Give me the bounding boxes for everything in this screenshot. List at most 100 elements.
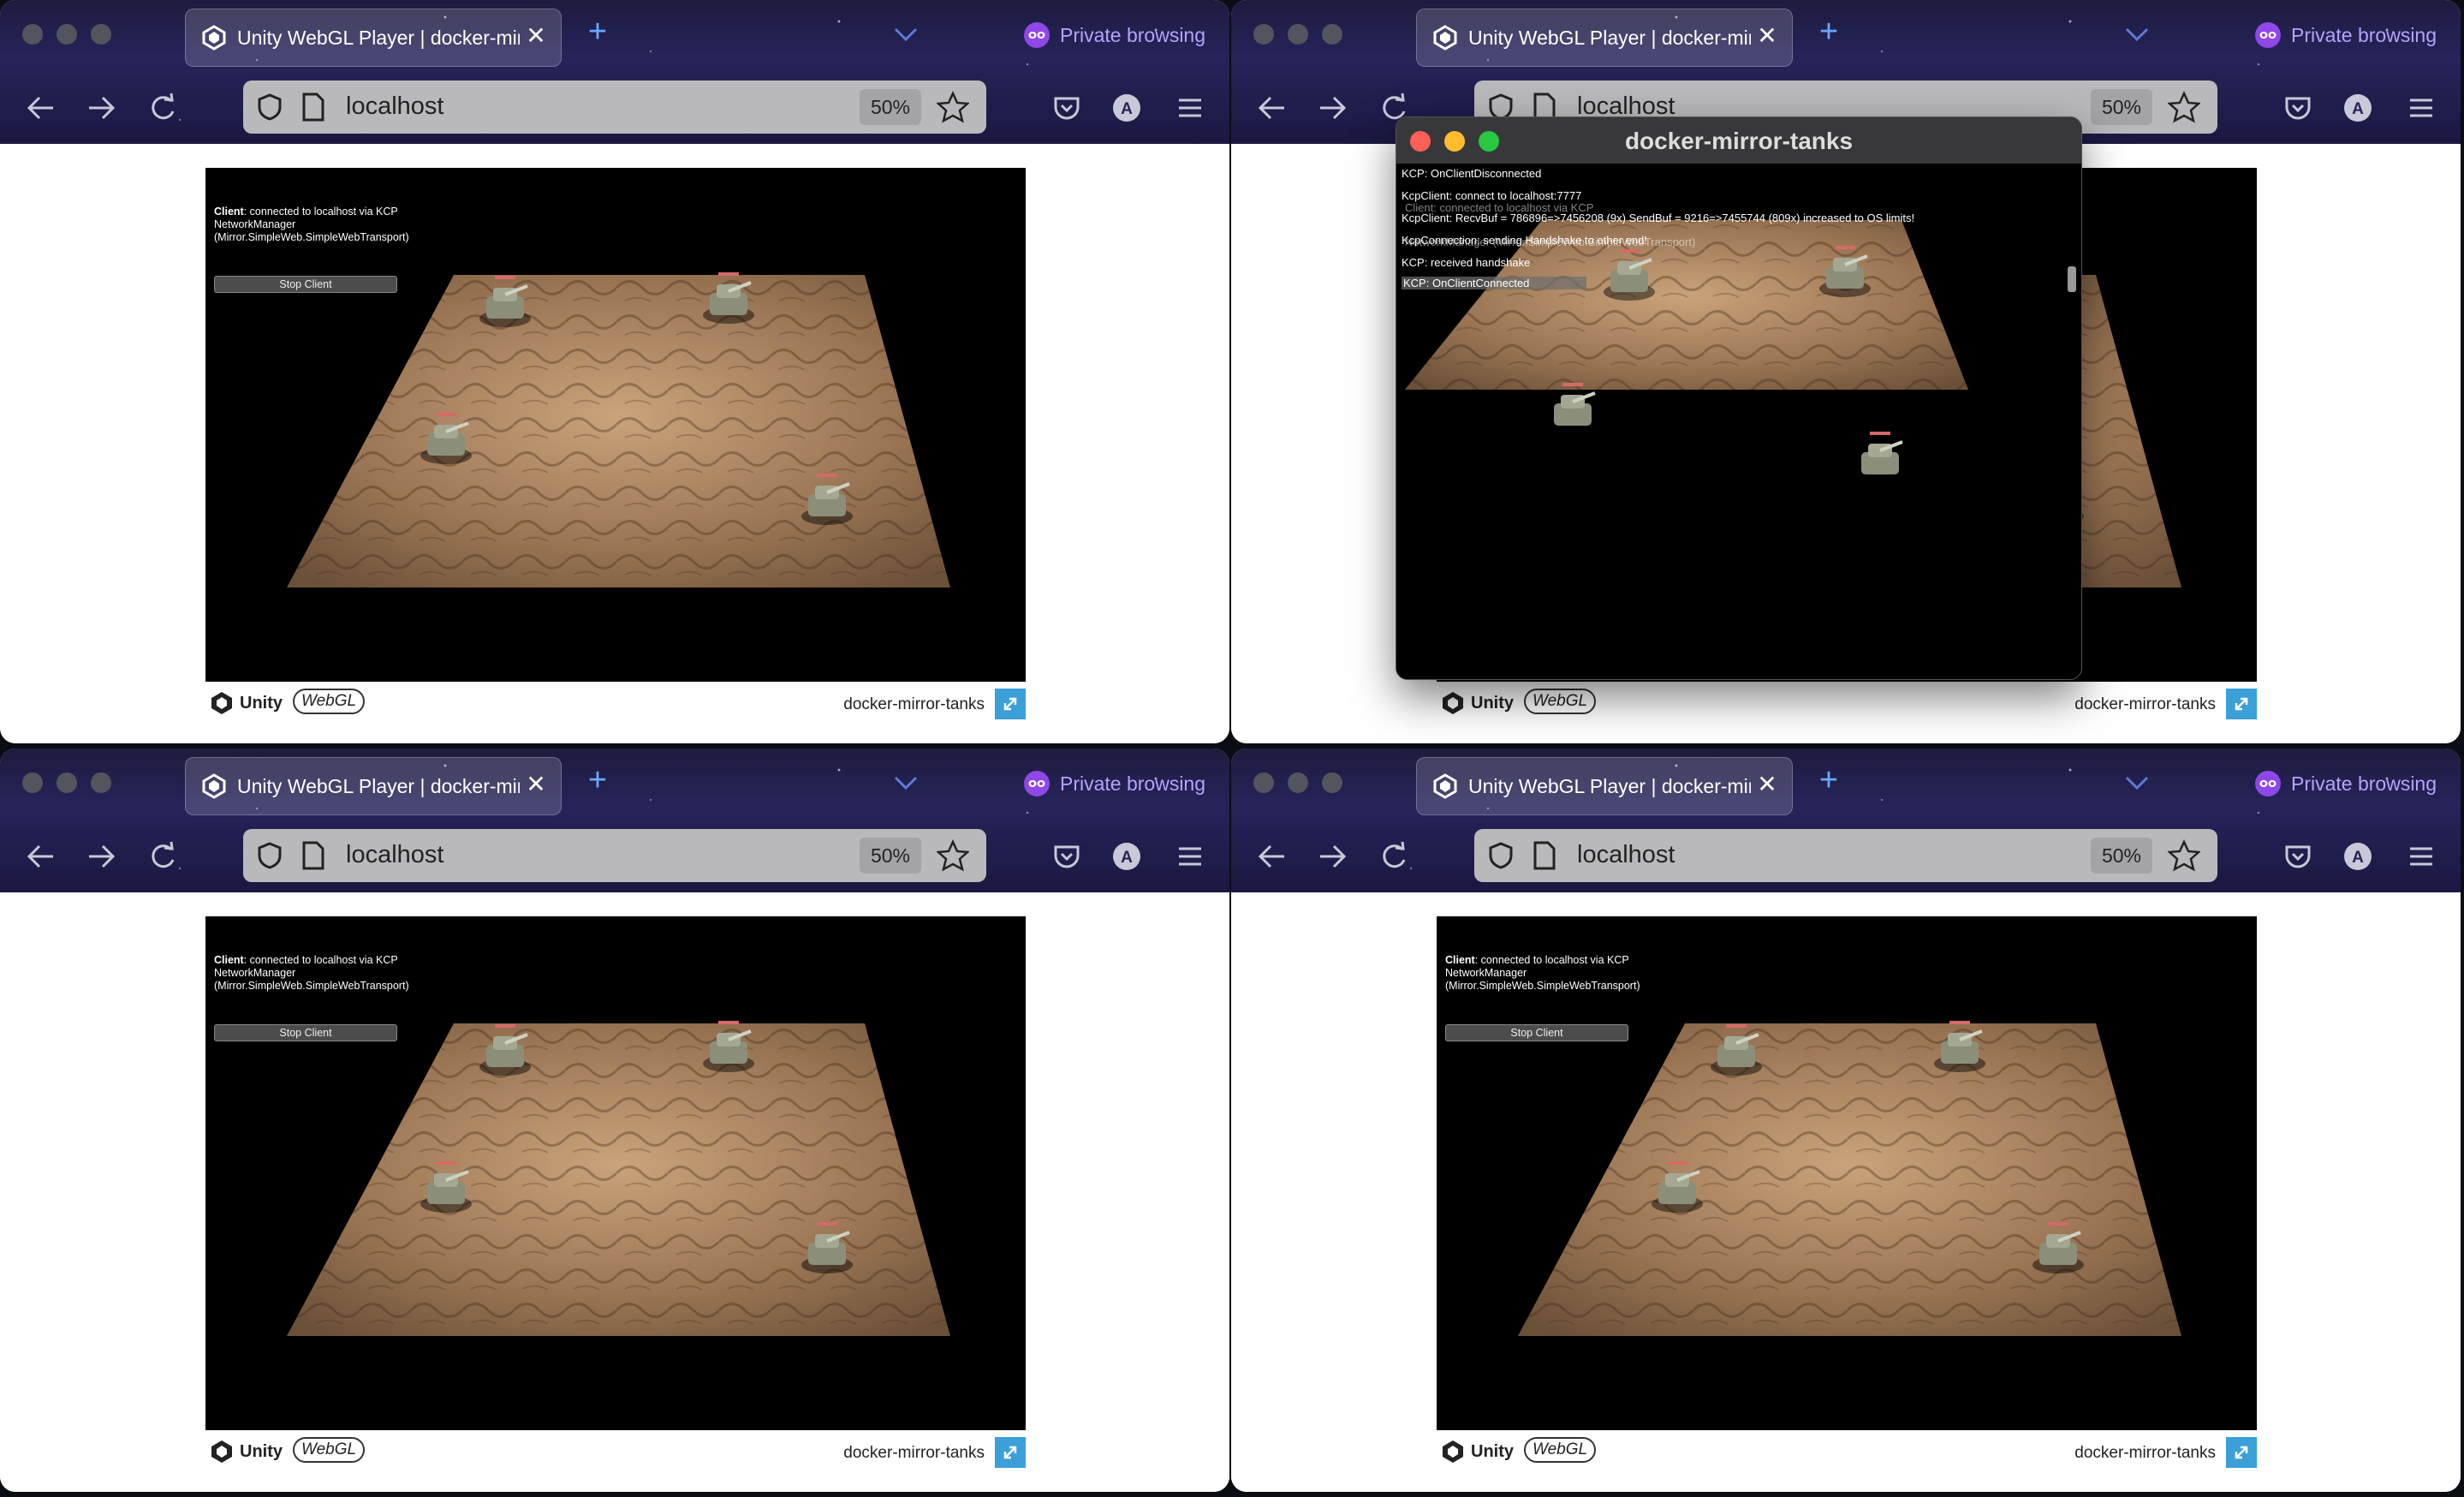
forward-arrow-icon[interactable] — [1315, 91, 1349, 125]
fullscreen-button[interactable] — [995, 1437, 1026, 1468]
address-bar[interactable]: localhost 50% — [243, 81, 986, 134]
zoom-level-badge[interactable]: 50% — [2091, 838, 2152, 874]
browser-tab[interactable]: Unity WebGL Player | docker-mirror-tanks… — [1416, 9, 1793, 67]
fullscreen-button[interactable] — [2226, 1437, 2257, 1468]
close-window-button[interactable] — [22, 24, 43, 45]
back-arrow-icon[interactable] — [1255, 839, 1289, 874]
zoom-level-badge[interactable]: 50% — [2091, 89, 2152, 125]
stop-client-button[interactable]: Stop Client — [214, 1024, 397, 1041]
forward-arrow-icon[interactable] — [84, 839, 118, 874]
unity-favicon-icon — [202, 25, 226, 51]
bookmark-star-icon[interactable] — [937, 839, 969, 872]
fullscreen-button[interactable] — [2226, 689, 2257, 719]
minimize-window-button[interactable] — [1288, 772, 1308, 793]
zoom-window-button[interactable] — [1322, 772, 1342, 793]
standalone-player-window[interactable]: docker-mirror-tanks Client: connected to… — [1396, 116, 2082, 680]
list-tabs-chevron-icon[interactable] — [890, 22, 921, 46]
menu-hamburger-icon[interactable] — [1175, 841, 1205, 872]
browser-tab[interactable]: Unity WebGL Player | docker-mirror-tanks… — [1416, 757, 1793, 815]
list-tabs-chevron-icon[interactable] — [890, 771, 921, 795]
page-content: Client: connected to localhost via KCP N… — [0, 892, 1229, 1492]
tab-close-icon[interactable]: ✕ — [1754, 772, 1780, 797]
svg-text:A: A — [2352, 100, 2364, 118]
tab-title: Unity WebGL Player | docker-mirror-tanks — [1468, 775, 1751, 797]
zoom-level-badge[interactable]: 50% — [860, 838, 921, 874]
minimize-window-button[interactable] — [57, 772, 77, 793]
close-window-button[interactable] — [1253, 24, 1274, 45]
browser-tab[interactable]: Unity WebGL Player | docker-mirror-tanks… — [185, 757, 562, 815]
zoom-window-button[interactable] — [91, 772, 111, 793]
tank — [1854, 432, 1906, 483]
log-scrollbar[interactable] — [2068, 266, 2076, 292]
tab-close-icon[interactable]: ✕ — [1754, 23, 1780, 49]
footer-title: docker-mirror-tanks — [2074, 1444, 2216, 1462]
browser-tab[interactable]: Unity WebGL Player | docker-mirror-tanks… — [185, 9, 562, 67]
back-arrow-icon[interactable] — [1255, 91, 1289, 125]
menu-hamburger-icon[interactable] — [2406, 92, 2437, 123]
account-avatar-icon[interactable]: A — [1111, 92, 1142, 123]
forward-arrow-icon[interactable] — [84, 91, 118, 125]
list-tabs-chevron-icon[interactable] — [2122, 771, 2152, 795]
tab-title: Unity WebGL Player | docker-mirror-tanks — [237, 775, 520, 797]
unity-canvas[interactable]: Client: connected to localhost via KCP N… — [1437, 916, 2257, 1430]
minimize-window-button[interactable] — [1288, 24, 1308, 45]
tab-close-icon[interactable]: ✕ — [523, 772, 549, 797]
page-info-icon[interactable] — [301, 92, 325, 122]
browser-window: Unity WebGL Player | docker-mirror-tanks… — [0, 0, 1229, 743]
pocket-icon[interactable] — [1051, 841, 1082, 872]
unity-canvas[interactable]: Client: connected to localhost via KCP N… — [205, 168, 1026, 682]
unity-cube-icon — [211, 692, 232, 714]
new-tab-icon[interactable]: + — [582, 764, 613, 796]
log-line: KcpConnection: sending Handshake to othe… — [1402, 234, 1647, 247]
menu-hamburger-icon[interactable] — [2406, 841, 2437, 872]
zoom-window-button[interactable] — [1322, 24, 1342, 45]
address-bar[interactable]: localhost 50% — [1474, 829, 2217, 882]
reload-icon[interactable] — [146, 839, 180, 874]
svg-text:A: A — [2352, 849, 2364, 867]
menu-hamburger-icon[interactable] — [1175, 92, 1205, 123]
fullscreen-button[interactable] — [995, 689, 1026, 719]
zoom-level-badge[interactable]: 50% — [860, 89, 921, 125]
client-status-text: Client: connected to localhost via KCP — [214, 206, 398, 218]
tracking-protection-shield-icon[interactable] — [257, 842, 283, 869]
account-avatar-icon[interactable]: A — [2342, 92, 2373, 123]
new-tab-icon[interactable]: + — [1813, 764, 1844, 796]
bookmark-star-icon[interactable] — [2168, 839, 2200, 872]
private-browsing-label: Private browsing — [2291, 772, 2437, 795]
forward-arrow-icon[interactable] — [1315, 839, 1349, 874]
page-content: Client: connected to localhost via KCP N… — [0, 144, 1229, 743]
private-browsing-indicator: Private browsing — [2255, 769, 2437, 798]
new-tab-icon[interactable]: + — [1813, 15, 1844, 48]
unity-logo: Unity — [1440, 1439, 1514, 1464]
close-window-button[interactable] — [22, 772, 43, 793]
account-avatar-icon[interactable]: A — [2342, 841, 2373, 872]
webgl-logo: WebGL — [293, 689, 366, 714]
bookmark-star-icon[interactable] — [937, 91, 969, 123]
tracking-protection-shield-icon[interactable] — [257, 93, 283, 121]
list-tabs-chevron-icon[interactable] — [2122, 22, 2152, 46]
stop-client-button[interactable]: Stop Client — [214, 276, 397, 293]
back-arrow-icon[interactable] — [24, 91, 58, 125]
close-window-button[interactable] — [1253, 772, 1274, 793]
bookmark-star-icon[interactable] — [2168, 91, 2200, 123]
browser-chrome: Unity WebGL Player | docker-mirror-tanks… — [0, 0, 1229, 144]
tab-close-icon[interactable]: ✕ — [523, 23, 549, 49]
zoom-window-button[interactable] — [91, 24, 111, 45]
reload-icon[interactable] — [1377, 839, 1411, 874]
page-info-icon[interactable] — [1533, 841, 1556, 870]
account-avatar-icon[interactable]: A — [1111, 841, 1142, 872]
page-info-icon[interactable] — [301, 841, 325, 870]
unity-canvas[interactable]: Client: connected to localhost via KCP N… — [205, 916, 1026, 1430]
screen: Unity WebGL Player | docker-mirror-tanks… — [0, 0, 2464, 1497]
pocket-icon[interactable] — [2282, 92, 2313, 123]
popup-title-bar: docker-mirror-tanks — [1396, 117, 2081, 164]
back-arrow-icon[interactable] — [24, 839, 58, 874]
address-bar[interactable]: localhost 50% — [243, 829, 986, 882]
new-tab-icon[interactable]: + — [582, 15, 613, 48]
pocket-icon[interactable] — [1051, 92, 1082, 123]
reload-icon[interactable] — [146, 91, 180, 125]
pocket-icon[interactable] — [2282, 841, 2313, 872]
stop-client-button[interactable]: Stop Client — [1445, 1024, 1628, 1041]
minimize-window-button[interactable] — [57, 24, 77, 45]
tracking-protection-shield-icon[interactable] — [1488, 842, 1514, 869]
